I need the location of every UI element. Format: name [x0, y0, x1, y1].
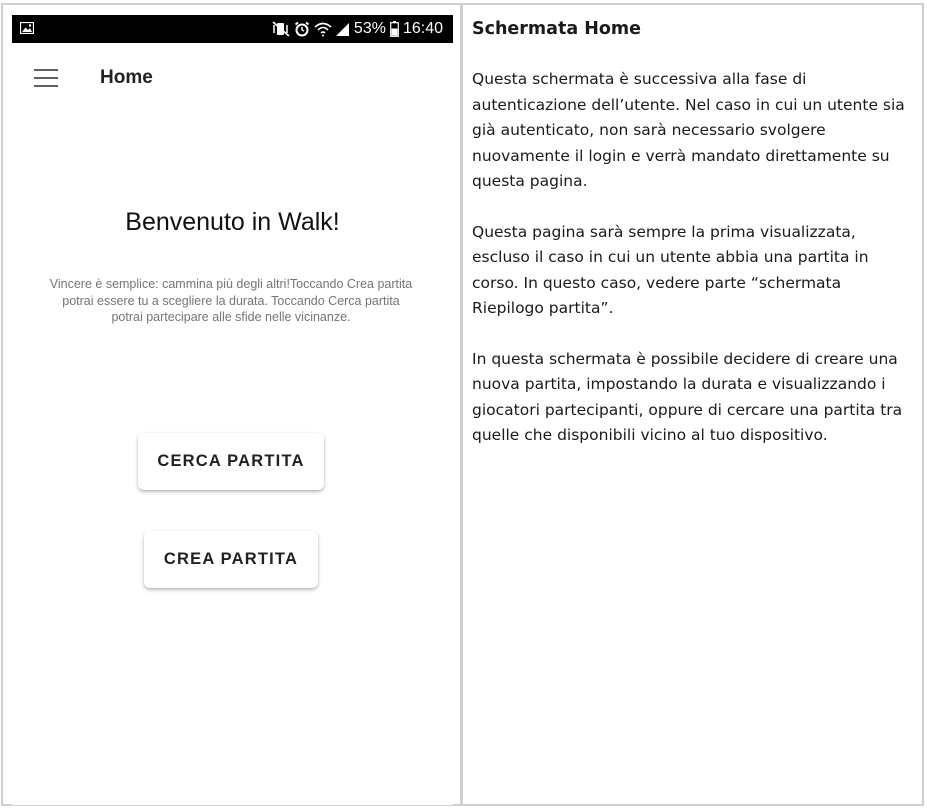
search-match-button[interactable]: CERCA PARTITA	[138, 433, 324, 490]
gallery-icon	[20, 22, 34, 34]
description-paragraph: Questa schermata è successiva alla fase …	[472, 70, 905, 190]
description-paragraph: In questa schermata è possibile decidere…	[472, 349, 903, 445]
battery-icon	[390, 21, 399, 37]
wifi-icon	[314, 22, 332, 37]
signal-icon	[335, 23, 349, 36]
status-clock: 16:40	[402, 20, 443, 37]
vibrate-mute-icon	[272, 21, 290, 37]
welcome-text: Vincere è semplice: cammina più degli al…	[49, 277, 413, 324]
create-match-button[interactable]: CREA PARTITA	[144, 531, 318, 588]
phone-screen: 53% 16:40 Home Benvenuto in Walk! Vincer…	[12, 15, 453, 805]
welcome-title: Benvenuto in Walk!	[125, 208, 340, 236]
hamburger-menu-icon[interactable]	[34, 69, 58, 87]
app-bar: Home	[12, 43, 453, 113]
alarm-icon	[294, 21, 310, 37]
status-bar: 53% 16:40	[12, 15, 453, 43]
battery-percent: 53%	[353, 20, 386, 37]
description-paragraph: Questa pagina sarà sempre la prima visua…	[472, 222, 869, 318]
description-panel: Schermata Home Questa schermata è succes…	[472, 16, 912, 474]
description-title: Schermata Home	[472, 19, 642, 39]
column-divider	[460, 3, 463, 806]
app-bar-title: Home	[100, 67, 153, 88]
